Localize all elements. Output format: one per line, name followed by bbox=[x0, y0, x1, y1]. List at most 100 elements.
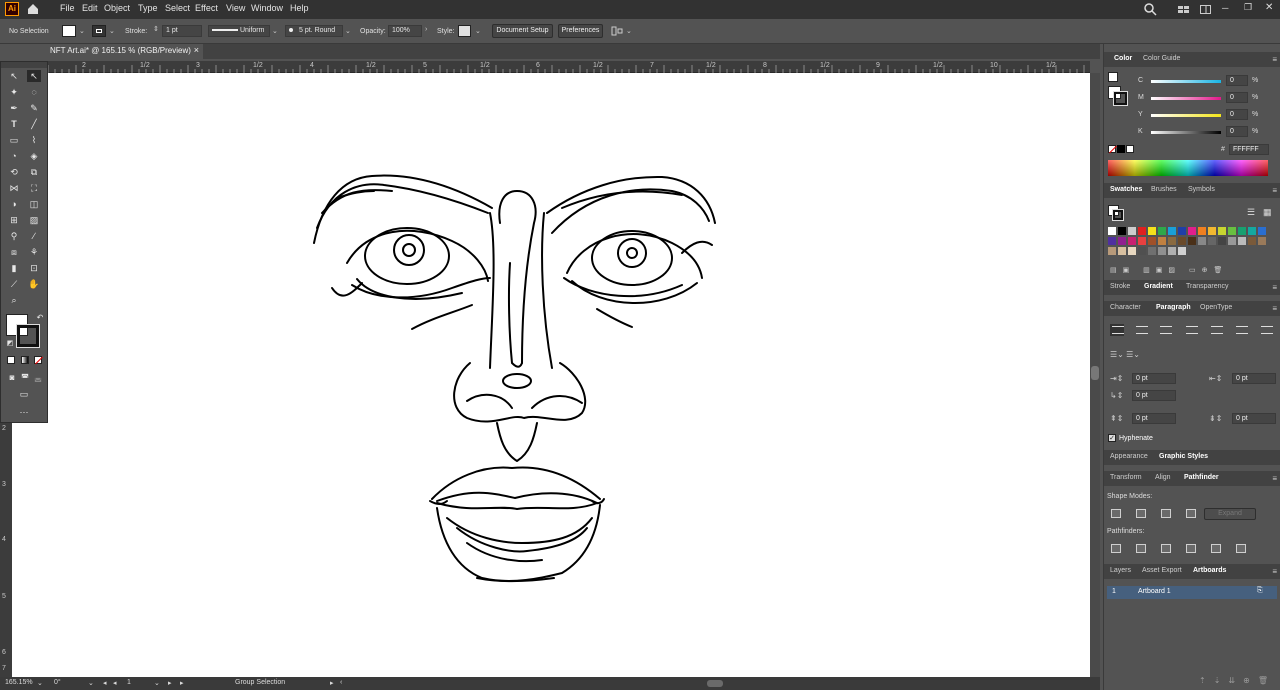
tab-brushes[interactable]: Brushes bbox=[1151, 186, 1177, 193]
color-swatch[interactable] bbox=[1138, 227, 1146, 235]
color-swatch[interactable] bbox=[1258, 237, 1266, 245]
menu-select[interactable]: Select bbox=[165, 3, 190, 13]
brush-definition[interactable]: 5 pt. Round bbox=[285, 25, 343, 37]
curvature-tool-icon[interactable]: ✎ bbox=[27, 102, 41, 114]
rotate-tool-icon[interactable]: ⟲ bbox=[7, 166, 21, 178]
chevron-down-icon[interactable]: ⌄ bbox=[626, 27, 632, 35]
opacity-field[interactable]: 100% bbox=[388, 25, 422, 37]
color-swatch[interactable] bbox=[1108, 237, 1116, 245]
color-panel-stroke[interactable] bbox=[1113, 91, 1128, 106]
tab-stroke[interactable]: Stroke bbox=[1110, 283, 1130, 290]
exclude-icon[interactable] bbox=[1186, 509, 1196, 518]
color-swatch[interactable] bbox=[1158, 247, 1166, 255]
tab-swatches[interactable]: Swatches bbox=[1110, 186, 1142, 193]
zoom-tool-icon[interactable]: ⌕ bbox=[7, 294, 21, 306]
color-swatch[interactable] bbox=[1158, 237, 1166, 245]
color-swatch[interactable] bbox=[1118, 247, 1126, 255]
hand-tool-icon[interactable]: ✋ bbox=[27, 278, 41, 290]
channel-k-slider[interactable] bbox=[1151, 131, 1221, 134]
color-swatch[interactable] bbox=[1218, 237, 1226, 245]
line-tool-icon[interactable]: ╱ bbox=[27, 118, 41, 130]
pen-tool-icon[interactable]: ✒ bbox=[7, 102, 21, 114]
status-menu-icon[interactable]: ▸ bbox=[330, 679, 334, 687]
color-swatch[interactable] bbox=[1228, 227, 1236, 235]
free-transform-tool-icon[interactable]: ⛶ bbox=[27, 182, 41, 194]
paintbrush-tool-icon[interactable]: ⌇ bbox=[27, 134, 41, 146]
symbol-sprayer-tool-icon[interactable]: ⚘ bbox=[27, 246, 41, 258]
hyphenate-checkbox[interactable]: ✓ bbox=[1108, 434, 1116, 442]
chevron-down-icon[interactable]: ⌄ bbox=[154, 679, 160, 687]
bullets-icon[interactable]: ☰⌄ ☰⌄ bbox=[1110, 350, 1140, 359]
minus-back-icon[interactable] bbox=[1236, 544, 1246, 553]
tab-opentype[interactable]: OpenType bbox=[1200, 304, 1232, 311]
gradient-mode-icon[interactable] bbox=[21, 356, 29, 364]
justify-right-icon[interactable] bbox=[1236, 326, 1248, 334]
edit-toolbar-icon[interactable]: ⋯ bbox=[17, 406, 31, 418]
perspective-grid-tool-icon[interactable]: ◫ bbox=[27, 198, 41, 210]
tab-paragraph[interactable]: Paragraph bbox=[1156, 304, 1191, 311]
eraser-tool-icon[interactable]: ◈ bbox=[27, 150, 41, 162]
document-tab[interactable]: NFT Art.ai* @ 165.15 % (RGB/Preview) × bbox=[48, 44, 203, 59]
menu-effect[interactable]: Effect bbox=[195, 3, 218, 13]
color-swatch[interactable] bbox=[1128, 247, 1136, 255]
swatch-stroke-indicator[interactable] bbox=[1112, 209, 1124, 221]
grid-view-icon[interactable]: ▦ bbox=[1263, 207, 1272, 218]
color-swatch[interactable] bbox=[1258, 227, 1266, 235]
artboard-number[interactable]: 1 bbox=[127, 679, 131, 686]
hex-field[interactable]: FFFFFF bbox=[1229, 144, 1269, 155]
color-swatch[interactable] bbox=[1168, 247, 1176, 255]
tab-color-guide[interactable]: Color Guide bbox=[1143, 55, 1180, 62]
color-swatch[interactable] bbox=[1208, 227, 1216, 235]
channel-c-slider[interactable] bbox=[1151, 80, 1221, 83]
first-line-indent-field[interactable]: 0 pt bbox=[1132, 390, 1176, 401]
restore-icon[interactable]: ❐ bbox=[1244, 2, 1252, 13]
tab-layers[interactable]: Layers bbox=[1110, 567, 1131, 574]
scroll-thumb[interactable] bbox=[1091, 366, 1099, 380]
tab-artboards[interactable]: Artboards bbox=[1193, 567, 1226, 574]
tab-asset-export[interactable]: Asset Export bbox=[1142, 567, 1182, 574]
menu-type[interactable]: Type bbox=[138, 3, 158, 13]
chevron-down-icon[interactable]: ⌄ bbox=[88, 679, 94, 687]
space-after-field[interactable]: 0 pt bbox=[1232, 413, 1276, 424]
tab-graphic-styles[interactable]: Graphic Styles bbox=[1159, 453, 1208, 460]
align-right-icon[interactable] bbox=[1160, 326, 1172, 334]
color-swatch[interactable] bbox=[1198, 237, 1206, 245]
horizontal-scroll-thumb[interactable] bbox=[707, 680, 723, 687]
tab-align[interactable]: Align bbox=[1155, 474, 1171, 481]
magic-wand-tool-icon[interactable]: ✦ bbox=[7, 86, 21, 98]
color-swatch[interactable] bbox=[1208, 237, 1216, 245]
none-mode-icon[interactable] bbox=[34, 356, 43, 365]
color-swatch[interactable] bbox=[1108, 247, 1116, 255]
color-panel-fill[interactable] bbox=[1108, 72, 1118, 82]
default-fill-stroke-icon[interactable]: ◩ bbox=[3, 338, 17, 350]
color-swatch[interactable] bbox=[1178, 247, 1186, 255]
crop-icon[interactable] bbox=[1186, 544, 1196, 553]
chevron-right-icon[interactable]: › bbox=[425, 26, 427, 33]
close-icon[interactable]: ✕ bbox=[1265, 2, 1273, 13]
swap-fill-stroke-icon[interactable]: ↶ bbox=[33, 312, 47, 324]
channel-m-value[interactable]: 0 bbox=[1226, 92, 1248, 103]
channel-m-slider[interactable] bbox=[1151, 97, 1221, 100]
mesh-tool-icon[interactable]: ⊞ bbox=[7, 214, 21, 226]
channel-y-value[interactable]: 0 bbox=[1226, 109, 1248, 120]
panel-menu-icon[interactable]: ≡ bbox=[1272, 474, 1277, 483]
color-swatch[interactable] bbox=[1148, 247, 1156, 255]
shaper-tool-icon[interactable]: ◔ bbox=[7, 150, 21, 162]
preferences-button[interactable]: Preferences bbox=[558, 24, 603, 38]
scale-tool-icon[interactable]: ⧉ bbox=[27, 166, 41, 178]
unite-icon[interactable] bbox=[1111, 509, 1121, 518]
home-icon[interactable] bbox=[26, 3, 40, 15]
next-artboard-icon[interactable]: ▸ bbox=[168, 679, 172, 687]
chevron-down-icon[interactable]: ⌄ bbox=[37, 679, 43, 687]
vertical-scrollbar[interactable] bbox=[1090, 73, 1100, 677]
white-swatch[interactable] bbox=[1126, 145, 1134, 153]
tab-gradient[interactable]: Gradient bbox=[1144, 283, 1173, 290]
variable-width-profile[interactable]: Uniform bbox=[208, 25, 270, 37]
tab-symbols[interactable]: Symbols bbox=[1188, 186, 1215, 193]
color-swatch[interactable] bbox=[1228, 237, 1236, 245]
left-indent-field[interactable]: 0 pt bbox=[1132, 373, 1176, 384]
tab-pathfinder[interactable]: Pathfinder bbox=[1184, 474, 1219, 481]
menu-view[interactable]: View bbox=[226, 3, 245, 13]
last-artboard-icon[interactable]: ▸ bbox=[180, 679, 184, 687]
blend-tool-icon[interactable]: ⧈ bbox=[7, 246, 21, 258]
